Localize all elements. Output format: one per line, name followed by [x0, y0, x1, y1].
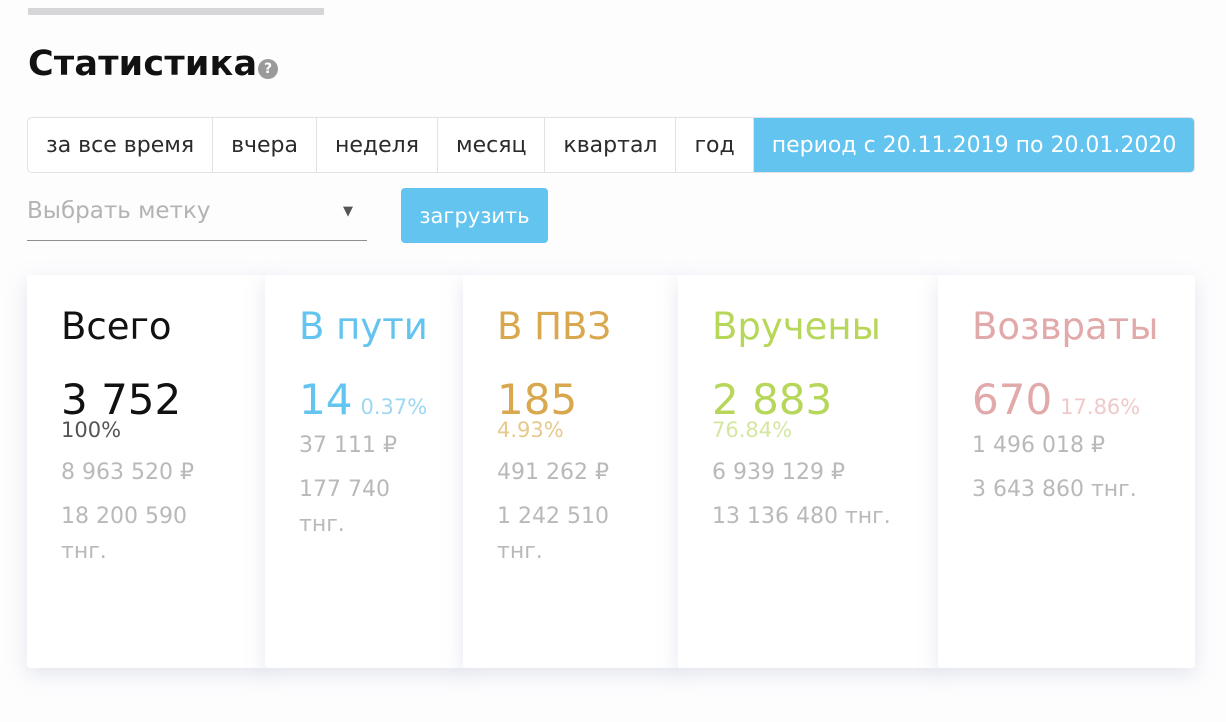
stat-card-delivered: Вручены 2 883 76.84% 6 939 129 ₽ 13 136 …	[678, 275, 942, 668]
stat-label: Вручены	[712, 305, 881, 348]
stat-percent: 4.93%	[497, 418, 564, 442]
stat-count: 14	[299, 375, 353, 424]
stat-count-row: 3 752	[61, 375, 181, 424]
period-tabs: за все время вчера неделя месяц квартал …	[27, 117, 1196, 173]
stat-card-at-pickup: В ПВЗ 185 4.93% 491 262 ₽ 1 242 510 тнг.	[463, 275, 682, 668]
stat-percent: 100%	[61, 418, 122, 442]
stat-amount-tng: 1 242 510 тнг.	[497, 504, 609, 564]
stat-count: 2 883	[712, 375, 833, 424]
stat-amount-rub: 1 496 018 ₽	[972, 433, 1105, 458]
tab-year[interactable]: год	[676, 118, 754, 172]
stat-amount-tng: 13 136 480 тнг.	[712, 504, 891, 529]
load-button[interactable]: загрузить	[401, 188, 548, 243]
stat-count: 3 752	[61, 375, 182, 424]
stat-percent: 0.37%	[360, 395, 428, 419]
stat-count: 670	[972, 375, 1053, 424]
stat-count-row: 2 883	[712, 375, 832, 424]
help-icon[interactable]: ?	[258, 59, 278, 79]
stat-label: Возвраты	[972, 305, 1159, 348]
stat-percent: 76.84%	[712, 418, 793, 442]
stat-count-row: 14 0.37%	[299, 375, 427, 424]
tag-select[interactable]: Выбрать метку ▼	[27, 186, 367, 241]
tab-custom-period[interactable]: период с 20.11.2019 по 20.01.2020	[753, 118, 1195, 172]
stat-card-in-transit: В пути 14 0.37% 37 111 ₽ 177 740 тнг.	[265, 275, 467, 668]
stat-card-total: Всего 3 752 100% 8 963 520 ₽ 18 200 590 …	[27, 275, 269, 668]
stat-count-row: 185	[497, 375, 577, 424]
stat-label: В ПВЗ	[497, 305, 612, 348]
tag-select-placeholder: Выбрать метку	[27, 198, 211, 224]
stat-percent: 17.86%	[1060, 395, 1141, 419]
stat-amount-tng: 177 740 тнг.	[299, 477, 390, 537]
tab-yesterday[interactable]: вчера	[213, 118, 318, 172]
tab-month[interactable]: месяц	[438, 118, 546, 172]
stat-label: В пути	[299, 305, 428, 348]
stat-card-returns: Возвраты 670 17.86% 1 496 018 ₽ 3 643 860…	[938, 275, 1195, 668]
stat-count-row: 670 17.86%	[972, 375, 1140, 424]
stat-amount-rub: 491 262 ₽	[497, 460, 609, 485]
chevron-down-icon: ▼	[343, 204, 353, 219]
stat-amount-rub: 6 939 129 ₽	[712, 460, 845, 485]
stat-amount-rub: 8 963 520 ₽	[61, 460, 194, 485]
stat-label: Всего	[61, 305, 172, 348]
page-title: Статистика	[28, 44, 258, 84]
stat-amount-tng: 18 200 590 тнг.	[61, 504, 187, 564]
tab-all-time[interactable]: за все время	[28, 118, 214, 172]
stat-amount-tng: 3 643 860 тнг.	[972, 477, 1137, 502]
tab-week[interactable]: неделя	[317, 118, 438, 172]
top-divider	[28, 8, 324, 15]
stat-count: 185	[497, 375, 578, 424]
tab-quarter[interactable]: квартал	[545, 118, 677, 172]
stat-amount-rub: 37 111 ₽	[299, 433, 397, 458]
